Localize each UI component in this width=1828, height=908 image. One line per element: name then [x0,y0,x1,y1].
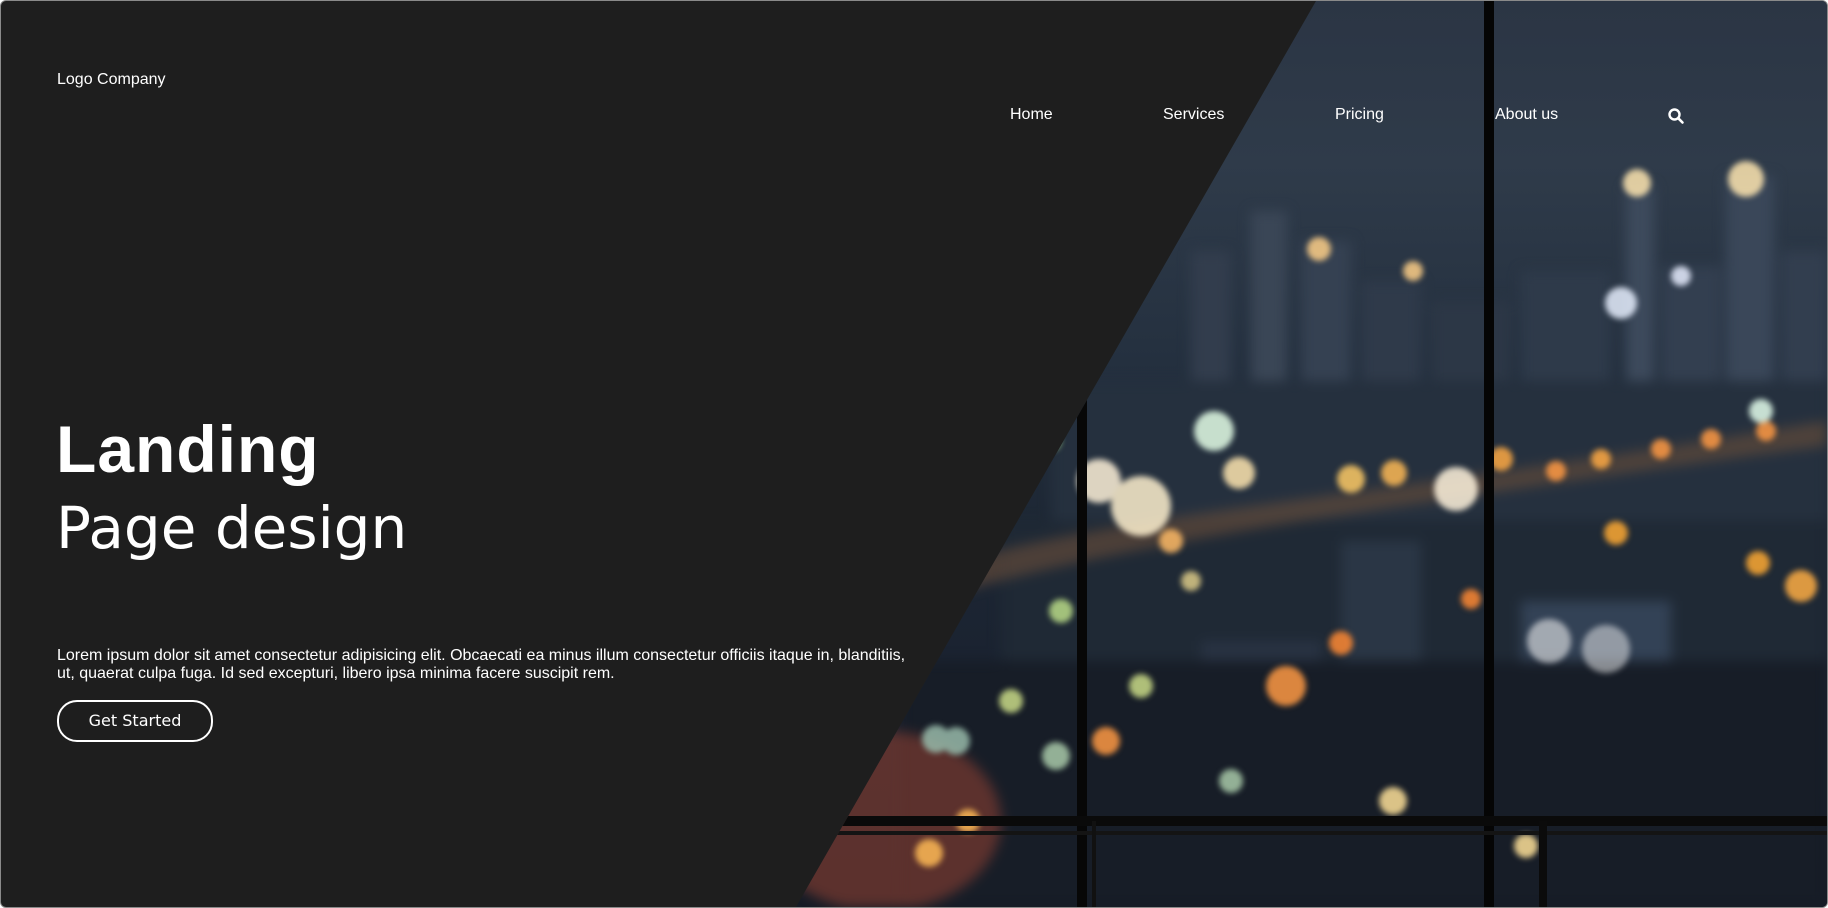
hero-title-bold: Landing [56,412,320,486]
nav-pricing[interactable]: Pricing [1335,106,1384,128]
get-started-button[interactable]: Get Started [57,700,213,742]
landing-page: Logo Company Home Services Pricing About… [0,0,1828,908]
nav-services[interactable]: Services [1163,106,1224,128]
hero-title-light: Page design [56,494,408,562]
hero-description: Lorem ipsum dolor sit amet consectetur a… [57,647,906,682]
nav-home[interactable]: Home [1010,106,1053,128]
nav-about-us[interactable]: About us [1495,106,1558,128]
logo-company[interactable]: Logo Company [57,71,166,89]
search-icon[interactable] [1667,107,1685,125]
